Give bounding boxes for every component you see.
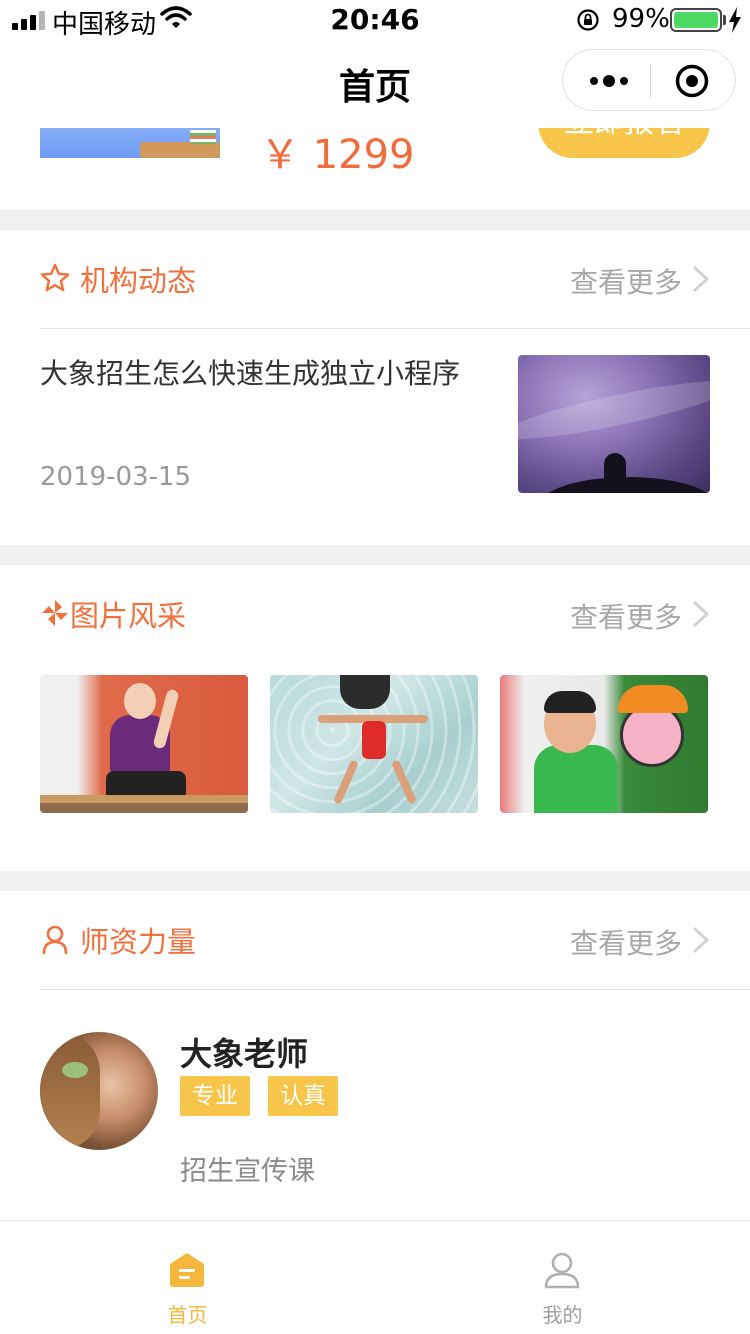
tab-label: 首页 (167, 1303, 208, 1327)
news-item-image[interactable] (518, 355, 710, 493)
kid-shirt (534, 745, 618, 813)
gallery-title: 图片风采 (70, 599, 187, 633)
teachers-section: 师资力量 查看更多 大象老师 专业 认真 招生宣传课 (0, 891, 750, 1220)
battery-level (674, 12, 718, 28)
news-item-title[interactable]: 大象招生怎么快速生成独立小程序 (40, 352, 460, 392)
section-gap (0, 871, 750, 891)
news-header: 机构动态 查看更多 (40, 230, 710, 328)
divider (40, 989, 750, 990)
battery-cap (723, 15, 726, 25)
rotation-lock-icon (577, 9, 599, 31)
teacher-name[interactable]: 大象老师 (180, 1029, 308, 1075)
sky-streak (518, 370, 710, 450)
capsule-divider (650, 64, 651, 98)
promo-thumbnail (40, 128, 220, 158)
news-more-link[interactable]: 查看更多 (570, 261, 682, 301)
user-icon (544, 1252, 580, 1289)
home-icon (170, 1253, 204, 1287)
divider (40, 328, 750, 329)
pinwheel-icon (42, 600, 68, 626)
teacher-tag: 认真 (268, 1076, 338, 1116)
gallery-more-link[interactable]: 查看更多 (570, 596, 682, 636)
nav-bar: 首页 (0, 40, 750, 128)
tab-label: 我的 (542, 1303, 583, 1327)
person-icon (42, 925, 68, 954)
chevron-right-icon[interactable] (692, 927, 710, 953)
signup-button[interactable]: 立即报名 (538, 128, 710, 158)
gallery-photo-dance[interactable] (40, 675, 248, 813)
tab-bar: 首页 我的 (0, 1220, 750, 1334)
dancer-head (124, 683, 156, 719)
teachers-header: 师资力量 查看更多 (40, 891, 710, 989)
tab-mine[interactable]: 我的 (375, 1221, 750, 1334)
more-dots-icon[interactable] (589, 72, 629, 90)
person-silhouette (604, 453, 626, 483)
gallery-photo-kid[interactable] (500, 675, 708, 813)
star-icon (40, 263, 70, 292)
gallery-header: 图片风采 查看更多 (40, 565, 710, 663)
gallery-photo-swim[interactable] (270, 675, 478, 813)
section-gap (0, 210, 750, 230)
promo-course-card: ￥ 1299 立即报名 (0, 128, 750, 210)
kid-hair (544, 691, 596, 713)
chevron-right-icon[interactable] (692, 266, 710, 292)
battery-percent: 99% (612, 4, 670, 34)
teachers-more-link[interactable]: 查看更多 (570, 922, 682, 962)
coach-figure (340, 675, 390, 709)
section-gap (0, 545, 750, 565)
floor (40, 803, 248, 813)
teacher-tag: 专业 (180, 1076, 250, 1116)
close-target-icon[interactable] (675, 64, 709, 98)
books-shape (190, 130, 216, 144)
pig-hat (618, 685, 688, 713)
desk-shape (140, 142, 220, 158)
ballet-barre (40, 795, 248, 803)
promo-price: ￥ 1299 (260, 132, 415, 178)
news-item-date: 2019-03-15 (40, 462, 192, 492)
avatar-hair (40, 1032, 100, 1150)
avatar-leaf (62, 1062, 88, 1078)
battery-icon (670, 8, 722, 32)
gallery-section: 图片风采 查看更多 (0, 565, 750, 871)
swimmer-suit (362, 721, 386, 759)
chevron-right-icon[interactable] (692, 601, 710, 627)
news-section: 机构动态 查看更多 大象招生怎么快速生成独立小程序 2019-03-15 (0, 230, 750, 545)
teacher-course: 招生宣传课 (180, 1156, 315, 1187)
teacher-avatar[interactable] (40, 1032, 158, 1150)
mini-program-capsule (562, 49, 736, 111)
charging-icon (729, 7, 741, 33)
teachers-title: 师资力量 (80, 925, 197, 959)
tab-home[interactable]: 首页 (0, 1221, 375, 1334)
news-title: 机构动态 (80, 264, 197, 298)
status-bar: 中国移动 20:46 99% (0, 0, 750, 40)
